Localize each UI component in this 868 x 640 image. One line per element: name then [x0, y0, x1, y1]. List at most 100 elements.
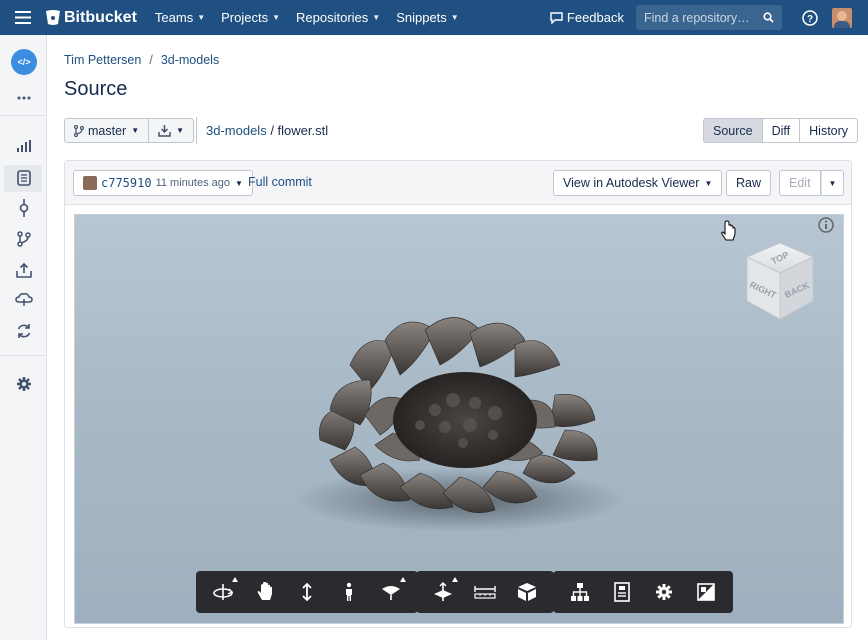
- commit-hash: c775910: [101, 176, 152, 190]
- user-avatar[interactable]: [832, 7, 852, 28]
- chevron-down-icon: ▼: [176, 126, 185, 135]
- breadcrumb-owner[interactable]: Tim Pettersen: [64, 53, 141, 67]
- nav-teams[interactable]: Teams ▼: [155, 10, 205, 25]
- branch-controls: master ▼ ▼: [64, 118, 195, 143]
- menu-icon[interactable]: [0, 0, 46, 35]
- chevron-down-icon: ▼: [828, 178, 837, 188]
- view-cube[interactable]: TOP RIGHT BACK: [745, 242, 815, 320]
- first-person-icon: [346, 582, 352, 601]
- first-person-tool[interactable]: [328, 571, 370, 613]
- top-navigation: Bitbucket Teams ▼ Projects ▼ Repositories ▼…: [0, 0, 868, 35]
- pan-tool[interactable]: [244, 571, 286, 613]
- commit-time: 11 minutes ago: [155, 177, 230, 189]
- 3d-model-viewer[interactable]: TOP RIGHT BACK: [74, 214, 844, 624]
- raw-button[interactable]: Raw: [726, 170, 772, 196]
- zoom-tool[interactable]: [286, 571, 328, 613]
- chevron-down-icon: ▼: [272, 13, 281, 22]
- section-tool[interactable]: [506, 571, 548, 613]
- flyout-indicator-icon: [400, 577, 406, 582]
- branch-icon: [74, 124, 84, 137]
- flyout-indicator-icon: [232, 577, 238, 582]
- model-browser-tool[interactable]: [559, 571, 601, 613]
- sync-icon[interactable]: [13, 320, 35, 342]
- svg-text:?: ?: [807, 14, 813, 25]
- nav-snippets-label: Snippets: [396, 10, 447, 25]
- file-path-repo-link[interactable]: 3d-models: [206, 123, 267, 138]
- branch-label: master: [88, 123, 127, 138]
- file-path: 3d-models / flower.stl: [206, 123, 328, 138]
- repo-sidebar: </>: [0, 35, 47, 640]
- toolbar-divider: [196, 117, 197, 144]
- section-icon: [518, 583, 536, 601]
- tab-history[interactable]: History: [800, 118, 859, 143]
- settings-icon: [656, 584, 672, 600]
- breadcrumb: Tim Pettersen / 3d-models: [64, 53, 219, 67]
- code-icon[interactable]: </>: [11, 49, 37, 75]
- measure-tool[interactable]: [464, 571, 506, 613]
- properties-tool[interactable]: [601, 571, 643, 613]
- orbit-tool[interactable]: [202, 571, 244, 613]
- search-input[interactable]: Find a repository…: [636, 5, 782, 30]
- page-title: Source: [64, 78, 128, 100]
- fullscreen-tool[interactable]: [685, 571, 727, 613]
- more-icon[interactable]: [13, 87, 35, 109]
- properties-icon: [614, 582, 630, 602]
- tab-diff[interactable]: Diff: [762, 118, 801, 143]
- view-in-autodesk-label: View in Autodesk Viewer: [563, 176, 700, 190]
- commits-icon[interactable]: [13, 197, 35, 219]
- file-path-separator: /: [266, 123, 278, 138]
- download-icon: [158, 125, 171, 137]
- view-tabs: Source Diff History: [703, 118, 859, 143]
- nav-projects-label: Projects: [221, 10, 269, 25]
- tab-source[interactable]: Source: [703, 118, 763, 143]
- edit-dropdown-button[interactable]: ▼: [820, 170, 845, 196]
- search-placeholder: Find a repository…: [644, 10, 750, 25]
- breadcrumb-repo[interactable]: 3d-models: [161, 53, 219, 67]
- chevron-down-icon: ▼: [450, 13, 459, 22]
- nav-snippets[interactable]: Snippets ▼: [396, 10, 459, 25]
- feedback-label: Feedback: [566, 10, 624, 25]
- overview-icon[interactable]: [13, 135, 35, 157]
- settings-tool[interactable]: [643, 571, 685, 613]
- feedback-link[interactable]: Feedback: [550, 10, 624, 25]
- nav-projects[interactable]: Projects ▼: [221, 10, 280, 25]
- settings-icon[interactable]: [13, 373, 35, 395]
- file-header: c775910 11 minutes ago ▼ Full commit Vie…: [65, 161, 851, 205]
- speech-bubble-icon: [550, 11, 563, 24]
- help-icon[interactable]: ?: [792, 9, 828, 26]
- pipelines-icon[interactable]: [13, 289, 35, 311]
- pull-requests-icon[interactable]: [13, 259, 35, 281]
- nav-repositories[interactable]: Repositories ▼: [296, 10, 380, 25]
- bitbucket-logo[interactable]: Bitbucket: [46, 9, 137, 27]
- view-in-autodesk-button[interactable]: View in Autodesk Viewer ▼: [553, 170, 723, 196]
- commit-selector[interactable]: c775910 11 minutes ago ▼: [73, 170, 253, 196]
- flower-core: [393, 372, 537, 468]
- chevron-down-icon: ▼: [197, 13, 206, 22]
- settings-toolbar: [553, 571, 733, 613]
- source-icon[interactable]: [13, 167, 35, 189]
- camera-tool[interactable]: [370, 571, 412, 613]
- fullscreen-icon: [697, 583, 715, 601]
- info-icon[interactable]: [818, 217, 834, 233]
- edit-controls: Edit ▼: [779, 170, 845, 196]
- camera-icon: [382, 586, 400, 600]
- full-commit-link[interactable]: Full commit: [248, 175, 312, 189]
- branch-selector[interactable]: master ▼: [64, 118, 150, 143]
- download-button[interactable]: ▼: [149, 118, 195, 143]
- explode-icon: [434, 582, 452, 601]
- nav-repositories-label: Repositories: [296, 10, 369, 25]
- sidebar-divider: [0, 355, 46, 356]
- file-panel: c775910 11 minutes ago ▼ Full commit Vie…: [64, 160, 852, 628]
- chevron-down-icon: ▼: [372, 13, 381, 22]
- file-path-filename: flower.stl: [277, 123, 329, 138]
- flower-model: [295, 317, 625, 532]
- branches-icon[interactable]: [13, 228, 35, 250]
- edit-button[interactable]: Edit: [779, 170, 821, 196]
- flyout-indicator-icon: [452, 577, 458, 582]
- brand-name: Bitbucket: [64, 8, 137, 26]
- zoom-icon: [302, 583, 312, 601]
- search-icon: [763, 12, 774, 23]
- nav-teams-label: Teams: [154, 10, 194, 25]
- model-browser-icon: [571, 583, 589, 601]
- explode-tool[interactable]: [422, 571, 464, 613]
